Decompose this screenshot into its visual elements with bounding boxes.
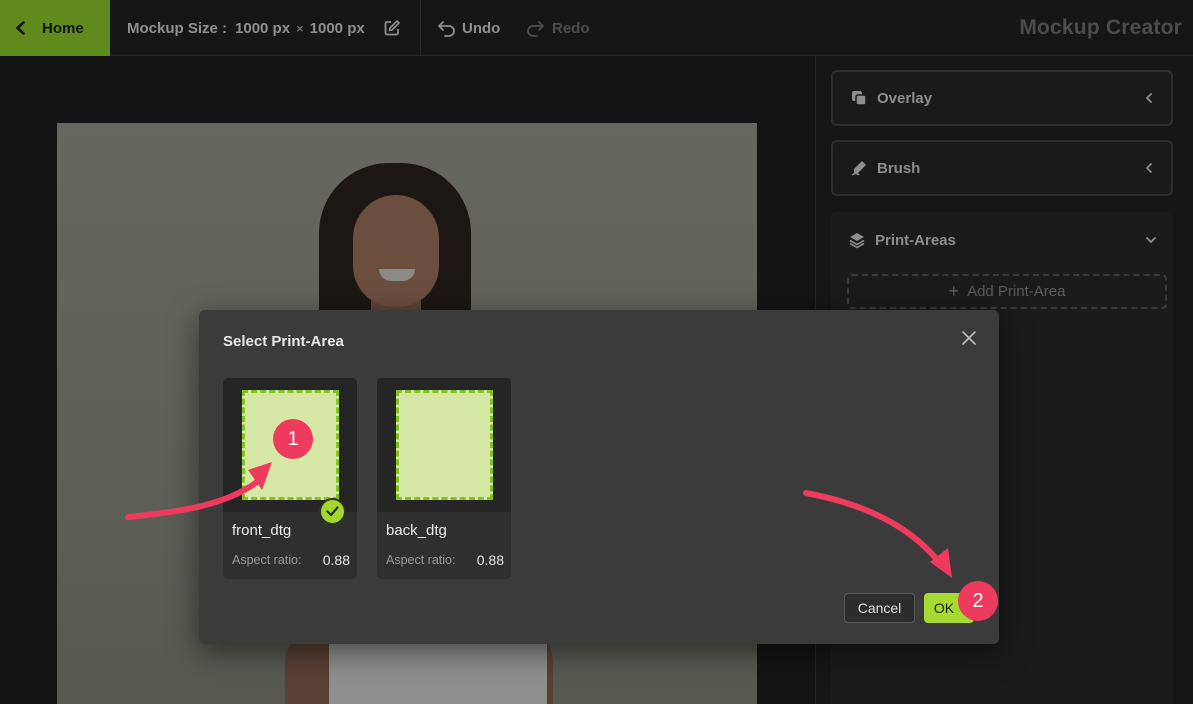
mockup-size: Mockup Size : 1000 px × 1000 px <box>127 0 365 56</box>
home-button[interactable]: Home <box>0 0 110 56</box>
home-label: Home <box>42 19 84 37</box>
print-area-card-front[interactable]: front_dtg Aspect ratio: 0.88 <box>223 378 357 579</box>
times-sign: × <box>296 20 304 36</box>
undo-icon <box>438 21 455 37</box>
undo-button[interactable]: Undo <box>437 0 500 56</box>
print-area-card-back[interactable]: back_dtg Aspect ratio: 0.88 <box>377 378 511 579</box>
print-areas-header[interactable]: Print-Areas <box>848 226 956 254</box>
edit-icon <box>384 20 400 36</box>
cancel-button[interactable]: Cancel <box>844 593 915 623</box>
add-print-area-label: Add Print-Area <box>967 283 1066 300</box>
print-area-name: back_dtg <box>386 522 447 539</box>
select-print-area-dialog: Select Print-Area front_dtg Aspect ratio… <box>199 310 999 644</box>
chevron-left-icon <box>1145 93 1152 103</box>
mockup-size-label: Mockup Size : <box>127 19 228 37</box>
print-area-name: front_dtg <box>232 522 292 539</box>
close-icon[interactable] <box>961 330 977 346</box>
overlay-icon <box>852 91 867 106</box>
overlay-section[interactable]: Overlay <box>831 70 1173 126</box>
model-face <box>353 195 439 307</box>
layers-icon <box>849 233 865 249</box>
undo-label: Undo <box>462 19 501 37</box>
print-areas-label: Print-Areas <box>875 231 956 249</box>
aspect-ratio-label: Aspect ratio: <box>232 553 302 567</box>
toolbar-divider <box>420 0 421 56</box>
print-area-rect <box>396 390 493 500</box>
aspect-ratio-label: Aspect ratio: <box>386 553 456 567</box>
brush-label: Brush <box>877 159 921 177</box>
overlay-label: Overlay <box>877 89 933 107</box>
redo-button[interactable]: Redo <box>525 0 590 56</box>
brush-icon <box>851 161 866 176</box>
plus-icon: + <box>948 281 960 301</box>
brush-section[interactable]: Brush <box>831 140 1173 196</box>
aspect-ratio-value: 0.88 <box>476 552 504 568</box>
chevron-left-icon <box>16 21 25 35</box>
add-print-area-button[interactable]: + Add Print-Area <box>847 274 1167 309</box>
dialog-title: Select Print-Area <box>223 333 344 350</box>
selected-check-icon <box>319 498 346 525</box>
top-toolbar: Home Mockup Size : 1000 px × 1000 px Und… <box>0 0 1193 56</box>
edit-size-button[interactable] <box>383 0 401 56</box>
chevron-left-icon <box>1145 163 1152 173</box>
redo-label: Redo <box>552 19 590 37</box>
redo-icon <box>527 21 544 37</box>
step-2-badge: 2 <box>958 581 998 621</box>
mockup-width: 1000 px <box>235 19 291 37</box>
aspect-ratio-value: 0.88 <box>322 552 350 568</box>
step-1-badge: 1 <box>273 419 313 459</box>
print-area-preview <box>377 378 511 512</box>
app-title: Mockup Creator <box>1019 16 1182 39</box>
mockup-height: 1000 px <box>309 19 365 37</box>
chevron-down-icon[interactable] <box>1145 234 1157 246</box>
